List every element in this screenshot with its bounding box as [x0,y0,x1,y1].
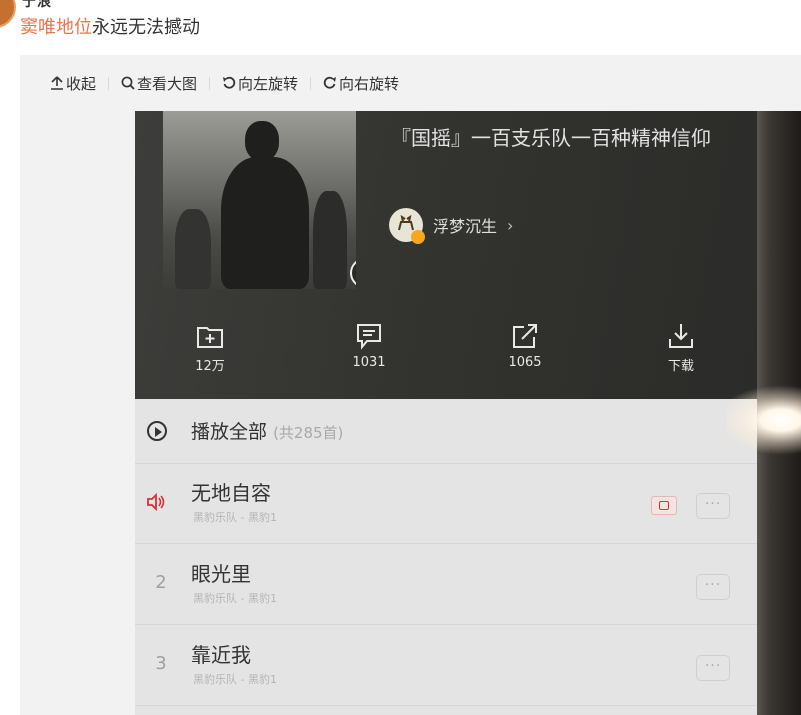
collect-count: 12万 [195,359,225,374]
creator-name: 浮梦沉生 [433,217,498,236]
more-options-button[interactable]: ··· [696,655,730,681]
track-subtitle: 黑豹乐队 - 黑豹1 [193,592,277,605]
rotate-right-icon [323,76,337,89]
post-text: 窦唯地位永远无法撼动 [20,15,200,41]
mv-icon[interactable] [651,496,677,515]
track-row[interactable]: 3 靠近我 黑豹乐队 - 黑豹1 ··· [135,625,757,706]
track-title: 靠近我 [191,643,251,667]
vip-badge-icon [411,230,425,244]
view-large-label: 查看大图 [137,74,198,93]
playlist-title: 『国摇』一百支乐队一百种精神信仰 [391,126,711,150]
track-row[interactable]: 2 眼光里 黑豹乐队 - 黑豹1 ··· [135,544,757,625]
track-list: 播放全部 (共285首) 无地自容 黑豹乐队 - 黑豹1 ··· 2 眼光里 黑… [135,399,757,715]
post-text-rest: 永远无法撼动 [92,17,200,38]
view-large-button[interactable]: 查看大图 [121,73,197,94]
add-folder-icon [197,327,223,348]
author-name[interactable]: 宁浪 [22,0,52,11]
cover-figure [175,209,211,289]
track-title: 眼光里 [191,562,251,586]
more-options-button[interactable]: ··· [696,493,730,519]
comment-button[interactable]: 1031 [329,321,409,370]
collect-button[interactable]: 12万 [170,321,250,374]
track-subtitle: 黑豹乐队 - 黑豹1 [193,673,277,686]
cover-figure [221,157,309,289]
comment-icon [357,324,381,350]
cover-figure [245,121,279,161]
track-subtitle: 黑豹乐队 - 黑豹1 [193,511,277,524]
toolbar-divider [108,76,110,90]
expanded-image-panel: 收起 查看大图 向左旋转 向右旋转 『国摇』一百支乐队一百种精神信仰 浮梦沉生 … [20,55,801,715]
chevron-right-icon: › [507,215,514,235]
search-icon [121,76,135,90]
rotate-left-button[interactable]: 向左旋转 [222,73,298,94]
info-icon[interactable]: i [350,258,356,288]
track-count: (共285首) [273,424,344,442]
playlist-header: i 『国摇』一百支乐队一百种精神信仰 浮梦沉生 › [135,111,757,399]
comment-count: 1031 [352,355,386,370]
download-button[interactable]: 下载 [641,321,721,374]
more-options-button[interactable]: ··· [696,574,730,600]
author-avatar[interactable] [0,0,16,28]
play-all-row[interactable]: 播放全部 (共285首) [135,399,757,464]
track-row[interactable]: 无地自容 黑豹乐队 - 黑豹1 ··· [135,463,757,544]
play-all-label: 播放全部 (共285首) [191,417,343,444]
light-glare [727,385,801,455]
play-circle-icon [147,421,167,441]
share-count: 1065 [508,355,542,370]
collapse-up-icon [51,76,63,90]
toolbar-divider [310,76,312,90]
track-index: 3 [155,653,167,674]
play-all-text: 播放全部 [191,421,268,443]
playlist-photo[interactable]: i 『国摇』一百支乐队一百种精神信仰 浮梦沉生 › [135,111,801,715]
image-toolbar: 收起 查看大图 向左旋转 向右旋转 [50,71,399,95]
rotate-left-label: 向左旋转 [238,74,299,93]
playlist-creator[interactable]: 浮梦沉生 › [389,208,514,244]
playlist-actions: 12万 1031 1065 下载 [135,321,757,385]
cover-figure [313,191,347,289]
post-text-highlight[interactable]: 窦唯地位 [20,17,92,38]
collapse-button[interactable]: 收起 [50,73,96,94]
collapse-label: 收起 [66,74,97,93]
track-index: 2 [155,572,167,593]
creator-avatar [389,208,425,244]
toolbar-divider [209,76,211,90]
track-title: 无地自容 [191,481,271,505]
speaker-playing-icon [147,493,165,511]
playlist-cover[interactable]: i [163,111,356,289]
download-label: 下载 [667,359,694,374]
rotate-left-icon [223,76,236,89]
share-button[interactable]: 1065 [485,321,565,370]
rotate-right-label: 向右旋转 [339,74,400,93]
rotate-right-button[interactable]: 向右旋转 [323,73,399,94]
share-icon [513,324,537,348]
download-icon [669,324,693,348]
